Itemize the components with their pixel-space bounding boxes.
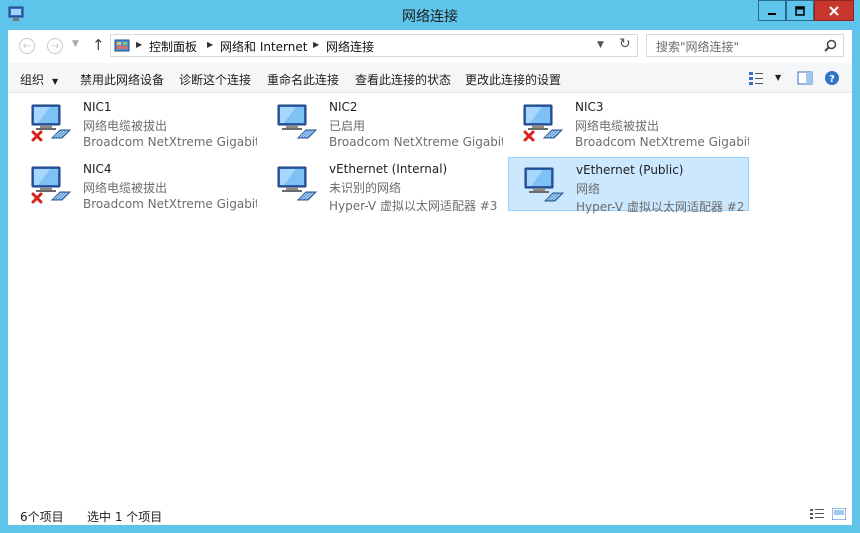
organize-menu[interactable]: 组织 ▼ [20,71,58,88]
forward-button[interactable]: → [47,38,63,54]
breadcrumb-network-connections[interactable]: 网络连接 [326,38,374,55]
network-adapter-icon [277,166,318,201]
window-title: 网络连接 [402,9,458,25]
network-adapter-icon [31,104,72,142]
navigation-bar: ← → ▼ ↑ ▶ 控制面板 ▶ 网络和 Internet ▶ 网络连接 ▼ ↻ [8,30,852,63]
status-bar: 6个项目 选中 1 个项目 [8,502,852,525]
change-settings-button[interactable]: 更改此连接的设置 [465,71,561,88]
explorer-client: ← → ▼ ↑ ▶ 控制面板 ▶ 网络和 Internet ▶ 网络连接 ▼ ↻ [8,30,852,525]
connection-name: vEthernet (Internal) [329,162,448,176]
breadcrumb-separator[interactable]: ▶ [136,40,142,49]
details-view-icon[interactable] [810,508,824,520]
command-bar: 组织 ▼ 禁用此网络设备 诊断这个连接 重命名此连接 查看此连接的状态 更改此连接… [8,63,852,93]
dropdown-arrow-icon: ▼ [52,77,59,86]
view-status-button[interactable]: 查看此连接的状态 [355,71,451,88]
address-bar[interactable]: ▶ 控制面板 ▶ 网络和 Internet ▶ 网络连接 ▼ ↻ [110,34,638,57]
selected-count: 选中 1 个项目 [87,510,163,524]
refresh-button[interactable]: ↻ [619,36,631,52]
connection-status: 网络 [576,182,601,196]
connection-status: 网络电缆被拔出 [575,119,660,133]
connection-device: Broadcom NetXtreme Gigabit ... [575,135,749,149]
connection-name: NIC4 [83,162,112,176]
connection-status: 网络电缆被拔出 [83,119,168,133]
change-view-icon[interactable] [748,70,764,86]
forward-arrow-icon: → [50,40,60,52]
close-button[interactable] [814,0,854,21]
connection-item[interactable]: NIC2 已启用 Broadcom NetXtreme Gigabit ... [262,95,503,149]
connection-device: Hyper-V 虚拟以太网适配器 #3 [329,199,498,213]
back-button[interactable]: ← [19,38,35,54]
connection-item[interactable]: NIC3 网络电缆被拔出 Broadcom NetXtreme Gigabit ..… [508,95,749,149]
connection-item[interactable]: NIC1 网络电缆被拔出 Broadcom NetXtreme Gigabit ..… [16,95,257,149]
minimize-icon [768,12,776,15]
window: 网络连接 ← → ▼ ↑ ▶ 控制面板 ▶ 网络和 Internet ▶ 网络连… [0,0,860,533]
connection-name: NIC2 [329,100,358,114]
recent-locations-dropdown[interactable]: ▼ [72,39,79,49]
minimize-button[interactable] [758,0,786,21]
search-placeholder: 搜索"网络连接" [656,40,740,54]
connections-view: NIC1 网络电缆被拔出 Broadcom NetXtreme Gigabit ..… [8,93,852,500]
organize-label: 组织 [20,73,45,87]
connection-device: Broadcom NetXtreme Gigabit ... [329,135,503,149]
svg-text:?: ? [829,74,835,85]
breadcrumb-separator[interactable]: ▶ [313,40,319,49]
breadcrumb-separator[interactable]: ▶ [207,40,213,49]
rename-connection-button[interactable]: 重命名此连接 [267,71,339,88]
network-adapter-icon [523,104,564,142]
connection-name: NIC1 [83,100,112,114]
connection-device: Broadcom NetXtreme Gigabit ... [83,135,257,149]
up-button[interactable]: ↑ [92,36,105,54]
breadcrumb-network-internet[interactable]: 网络和 Internet [220,38,307,55]
connection-name: NIC3 [575,100,604,114]
disable-device-button[interactable]: 禁用此网络设备 [80,71,164,88]
connection-status: 已启用 [329,119,366,133]
address-dropdown-button[interactable]: ▼ [597,40,604,50]
diagnose-connection-button[interactable]: 诊断这个连接 [179,71,251,88]
breadcrumb-control-panel[interactable]: 控制面板 [149,38,197,55]
back-arrow-icon: ← [22,40,32,52]
connection-item[interactable]: vEthernet (Public) 网络 Hyper-V 虚拟以太网适配器 #2 [508,157,749,214]
connection-device: Broadcom NetXtreme Gigabit ... [83,197,257,211]
help-icon[interactable]: ? [824,70,840,86]
close-icon [829,5,839,16]
connection-item[interactable]: vEthernet (Internal) 未识别的网络 Hyper-V 虚拟以太网适… [262,157,503,213]
connection-name: vEthernet (Public) [576,163,684,177]
preview-pane-icon[interactable] [797,70,813,86]
connection-device: Hyper-V 虚拟以太网适配器 #2 [576,200,745,214]
network-adapter-icon [277,104,318,139]
title-bar[interactable]: 网络连接 [0,0,860,30]
view-options-dropdown[interactable]: ▼ [775,73,781,82]
maximize-icon [795,5,805,16]
large-icons-view-icon[interactable] [832,508,846,520]
item-count: 6个项目 [20,510,64,524]
maximize-button[interactable] [786,0,814,21]
search-box[interactable]: 搜索"网络连接" [646,34,844,57]
connection-item[interactable]: NIC4 网络电缆被拔出 Broadcom NetXtreme Gigabit ..… [16,157,257,211]
control-panel-icon [114,39,130,52]
connection-status: 未识别的网络 [329,181,402,195]
connection-status: 网络电缆被拔出 [83,181,168,195]
network-adapter-icon [31,166,72,204]
search-icon[interactable] [824,39,837,52]
network-adapter-icon [524,167,565,202]
